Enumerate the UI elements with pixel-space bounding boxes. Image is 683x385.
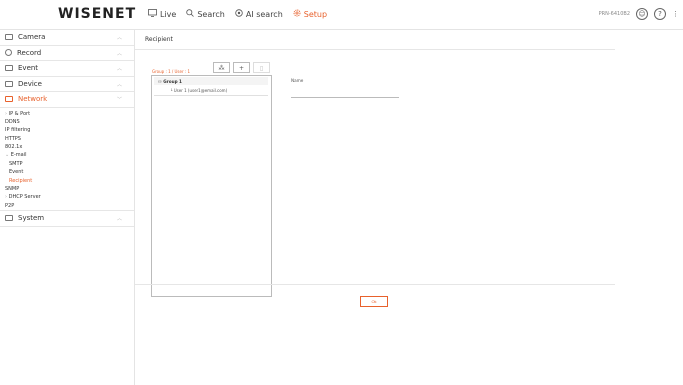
gear-icon	[293, 9, 301, 19]
nav-setup-label: Setup	[303, 9, 328, 19]
sidebar-section-label: Camera	[18, 33, 46, 42]
sidebar-section-camera[interactable]: Camera ︿	[0, 30, 134, 46]
trash-icon: ▯	[259, 65, 264, 72]
ok-button[interactable]: Ok	[360, 296, 388, 307]
sidebar-item-smtp[interactable]: SMTP	[0, 160, 134, 168]
nav-ai-search-label: AI search	[245, 9, 283, 19]
add-user-icon: +	[238, 65, 245, 72]
sidebar-item-p2p[interactable]: P2P	[0, 202, 134, 210]
delete-button[interactable]: ▯	[253, 62, 270, 73]
chevron-down-icon: ﹀	[116, 97, 122, 103]
nav-setup[interactable]: Setup	[293, 9, 327, 19]
chevron-up-icon: ︿	[116, 216, 122, 223]
record-icon	[5, 49, 12, 57]
sidebar-item-https[interactable]: HTTPS	[0, 135, 134, 143]
sidebar-item-ddns[interactable]: DDNS	[0, 118, 134, 126]
sidebar-item-8021x[interactable]: 802.1x	[0, 143, 134, 151]
nav-ai-search[interactable]: AI search	[235, 9, 283, 19]
sidebar-item-ip-port[interactable]: › IP & Port	[0, 110, 134, 118]
sidebar-section-event[interactable]: Event ︿	[0, 61, 134, 77]
add-group-icon: ⁂	[218, 65, 225, 72]
nav-live-label: Live	[160, 9, 177, 19]
monitor-icon	[148, 9, 157, 19]
system-icon	[5, 215, 13, 222]
chevron-up-icon: ︿	[116, 66, 122, 72]
event-icon	[5, 65, 13, 72]
tree-divider	[154, 95, 268, 96]
chevron-up-icon: ︿	[116, 35, 122, 41]
sidebar-section-system[interactable]: System ︿	[0, 210, 134, 227]
user-icon[interactable]: ☺	[636, 8, 648, 20]
name-input[interactable]	[291, 89, 399, 98]
chevron-up-icon: ︿	[116, 50, 122, 57]
sidebar-section-label: Device	[18, 79, 42, 88]
main-content: Recipient Group : 1 / User : 1 ⁂ + ▯ ⚇ G…	[135, 30, 683, 385]
network-icon	[5, 96, 13, 103]
sidebar-item-ip-filtering[interactable]: IP filtering	[0, 126, 134, 134]
top-bar: WISENET Live Search AI search Setup PRN-…	[0, 0, 683, 30]
sidebar-item-dhcp-server[interactable]: › DHCP Server	[0, 193, 134, 201]
sidebar-section-label: Network	[18, 95, 48, 104]
add-group-button[interactable]: ⁂	[213, 62, 230, 73]
add-user-button[interactable]: +	[233, 62, 250, 73]
nav-search[interactable]: Search	[186, 9, 225, 19]
sidebar-item-email[interactable]: ⌄ E-mail	[0, 151, 134, 159]
recipient-tree: ⚇ Group 1 └ User 1 (user1@email.com)	[151, 75, 272, 297]
sidebar: Camera ︿ Record ︿ Event ︿ Device ︿ Netwo…	[0, 30, 135, 385]
tree-user-item[interactable]: └ User 1 (user1@email.com)	[170, 88, 227, 93]
sidebar-item-snmp[interactable]: SNMP	[0, 185, 134, 193]
device-icon	[5, 80, 13, 87]
sidebar-section-label: Record	[17, 48, 42, 57]
main-nav: Live Search AI search Setup	[148, 9, 327, 19]
sidebar-section-label: System	[18, 214, 45, 223]
sidebar-section-device[interactable]: Device ︿	[0, 77, 134, 92]
camera-icon	[5, 34, 13, 41]
nav-live[interactable]: Live	[148, 9, 176, 19]
top-right-controls: PRN-6410B2 ☺ ? ⋮	[599, 8, 679, 20]
sidebar-item-recipient[interactable]: Recipient	[0, 177, 134, 185]
search-icon	[186, 9, 195, 19]
sidebar-section-label: Event	[18, 64, 39, 73]
device-model: PRN-6410B2	[598, 11, 630, 17]
help-icon[interactable]: ?	[654, 8, 666, 20]
sidebar-item-email-event[interactable]: Event	[0, 168, 134, 176]
page-title: Recipient	[145, 36, 173, 43]
chevron-up-icon: ︿	[116, 81, 122, 88]
wisenet-logo: WISENET	[58, 6, 137, 22]
divider	[135, 284, 615, 285]
divider	[135, 49, 615, 50]
more-icon[interactable]: ⋮	[672, 10, 679, 18]
sidebar-section-network[interactable]: Network ﹀	[0, 92, 134, 108]
name-label: Name	[291, 78, 304, 83]
ai-search-icon	[235, 9, 243, 19]
tree-group-item[interactable]: ⚇ Group 1	[158, 79, 182, 84]
nav-search-label: Search	[197, 9, 225, 19]
group-user-count: Group : 1 / User : 1	[152, 69, 191, 74]
sidebar-section-record[interactable]: Record ︿	[0, 46, 134, 61]
